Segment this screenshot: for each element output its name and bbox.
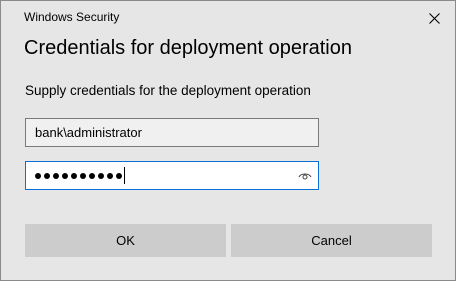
password-dot bbox=[35, 172, 41, 179]
password-dot bbox=[44, 172, 50, 179]
password-dot bbox=[53, 172, 59, 179]
ok-button[interactable]: OK bbox=[25, 224, 226, 257]
credential-dialog: Windows Security Credentials for deploym… bbox=[0, 0, 456, 281]
password-dot bbox=[62, 172, 68, 179]
dialog-description: Supply credentials for the deployment op… bbox=[25, 83, 311, 98]
password-dot bbox=[98, 172, 104, 179]
password-field[interactable] bbox=[25, 161, 319, 190]
username-field[interactable]: bank\administrator bbox=[25, 118, 319, 147]
password-dot bbox=[80, 172, 86, 179]
username-value: bank\administrator bbox=[35, 125, 142, 140]
password-mask bbox=[35, 172, 122, 179]
password-dot bbox=[71, 172, 77, 179]
password-dot bbox=[107, 172, 113, 179]
close-button[interactable] bbox=[421, 5, 447, 31]
close-icon bbox=[428, 12, 440, 24]
password-dot bbox=[89, 172, 95, 179]
cancel-button[interactable]: Cancel bbox=[231, 224, 432, 257]
window-title: Windows Security bbox=[24, 10, 120, 24]
text-caret bbox=[124, 167, 125, 184]
password-dot bbox=[116, 172, 122, 179]
dialog-heading: Credentials for deployment operation bbox=[24, 37, 352, 59]
eye-icon[interactable] bbox=[298, 169, 312, 183]
